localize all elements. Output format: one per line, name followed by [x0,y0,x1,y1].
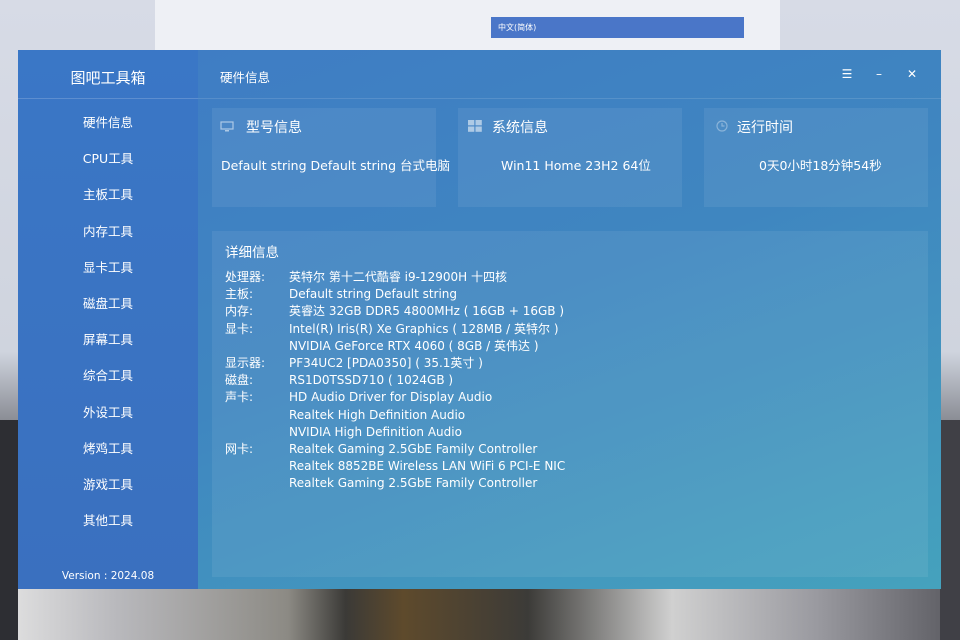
background-left-edge [0,420,18,640]
main-panel: 硬件信息 ☰ – ✕ 型号信息 Default string Default s… [198,50,941,589]
detail-value: Intel(R) Iris(R) Xe Graphics ( 128MB / 英… [289,321,559,336]
detail-value: NVIDIA High Definition Audio [289,424,462,439]
model-info-value: Default string Default string 台式电脑 [221,158,451,173]
app-window: 图吧工具箱 硬件信息 CPU工具 主板工具 内存工具 显卡工具 磁盘工具 屏幕工… [18,50,941,589]
background-language-bar: 中文(简体) [491,17,744,38]
detail-value: Realtek Gaming 2.5GbE Family Controller [289,441,538,456]
detail-value: Realtek 8852BE Wireless LAN WiFi 6 PCI-E… [289,459,566,474]
sidebar-item-gpu-tools[interactable]: 显卡工具 [18,250,198,286]
version-label: Version : 2024.08 [61,570,155,582]
monitor-icon [220,121,234,132]
clock-icon [716,120,728,132]
detail-label: 磁盘: [225,373,254,388]
sidebar-item-peripheral-tools[interactable]: 外设工具 [18,395,198,431]
sidebar-divider [18,98,198,99]
sidebar-item-screen-tools[interactable]: 屏幕工具 [18,322,198,358]
system-info-card: 系统信息 Win11 Home 23H2 64位 [458,108,682,207]
uptime-card: 运行时间 0天0小时18分钟54秒 [704,108,928,207]
uptime-value: 0天0小时18分钟54秒 [759,158,882,173]
background-right-edge [940,420,960,640]
detail-value: HD Audio Driver for Display Audio [289,390,493,405]
detail-label: 显示器: [225,355,266,370]
details-card: 详细信息 处理器: 英特尔 第十二代酷睿 i9-12900H 十四核 主板: D… [212,231,928,577]
detail-label: 内存: [225,304,254,319]
sidebar-item-stress-tools[interactable]: 烤鸡工具 [18,431,198,467]
minimize-button[interactable]: – [870,65,888,83]
detail-value: Default string Default string [289,287,458,302]
detail-label: 处理器: [225,270,266,284]
detail-label: 网卡: [225,441,254,456]
detail-value: PF34UC2 [PDA0350] ( 35.1英寸 ) [289,355,483,370]
sidebar-item-cpu-tools[interactable]: CPU工具 [18,141,198,177]
system-info-value: Win11 Home 23H2 64位 [501,158,651,173]
sidebar-item-other-tools[interactable]: 其他工具 [18,503,198,539]
menu-button[interactable]: ☰ [838,65,856,83]
details-title: 详细信息 [225,245,279,261]
detail-label: 主板: [225,287,254,302]
sidebar-item-motherboard-tools[interactable]: 主板工具 [18,177,198,213]
detail-label: 声卡: [225,390,254,405]
detail-value: RS1D0TSSD710 ( 1024GB ) [289,373,454,388]
sidebar: 图吧工具箱 硬件信息 CPU工具 主板工具 内存工具 显卡工具 磁盘工具 屏幕工… [18,50,198,589]
detail-value: Realtek Gaming 2.5GbE Family Controller [289,476,538,491]
detail-value: 英睿达 32GB DDR5 4800MHz ( 16GB + 16GB ) [289,304,565,319]
sidebar-item-general-tools[interactable]: 综合工具 [18,358,198,394]
page-title: 硬件信息 [220,70,271,85]
app-title: 图吧工具箱 [70,69,146,87]
detail-value: Realtek High Definition Audio [289,407,466,422]
sidebar-item-memory-tools[interactable]: 内存工具 [18,214,198,250]
sidebar-nav: 硬件信息 CPU工具 主板工具 内存工具 显卡工具 磁盘工具 屏幕工具 综合工具… [18,105,198,539]
sidebar-item-game-tools[interactable]: 游戏工具 [18,467,198,503]
sidebar-item-hardware-info[interactable]: 硬件信息 [18,105,198,141]
sidebar-item-disk-tools[interactable]: 磁盘工具 [18,286,198,322]
windows-icon [468,120,482,132]
detail-label: 显卡: [225,321,254,336]
uptime-title: 运行时间 [737,120,793,136]
detail-value: NVIDIA GeForce RTX 4060 ( 8GB / 英伟达 ) [289,338,539,353]
model-info-title: 型号信息 [246,120,302,136]
header-divider [198,98,941,99]
system-info-title: 系统信息 [492,120,548,136]
close-button[interactable]: ✕ [903,65,921,83]
model-info-card: 型号信息 Default string Default string 台式电脑 [212,108,450,207]
background-desk [0,588,960,640]
titlebar: 硬件信息 ☰ – ✕ [198,50,941,98]
detail-value: 英特尔 第十二代酷睿 i9-12900H 十四核 [289,270,507,284]
